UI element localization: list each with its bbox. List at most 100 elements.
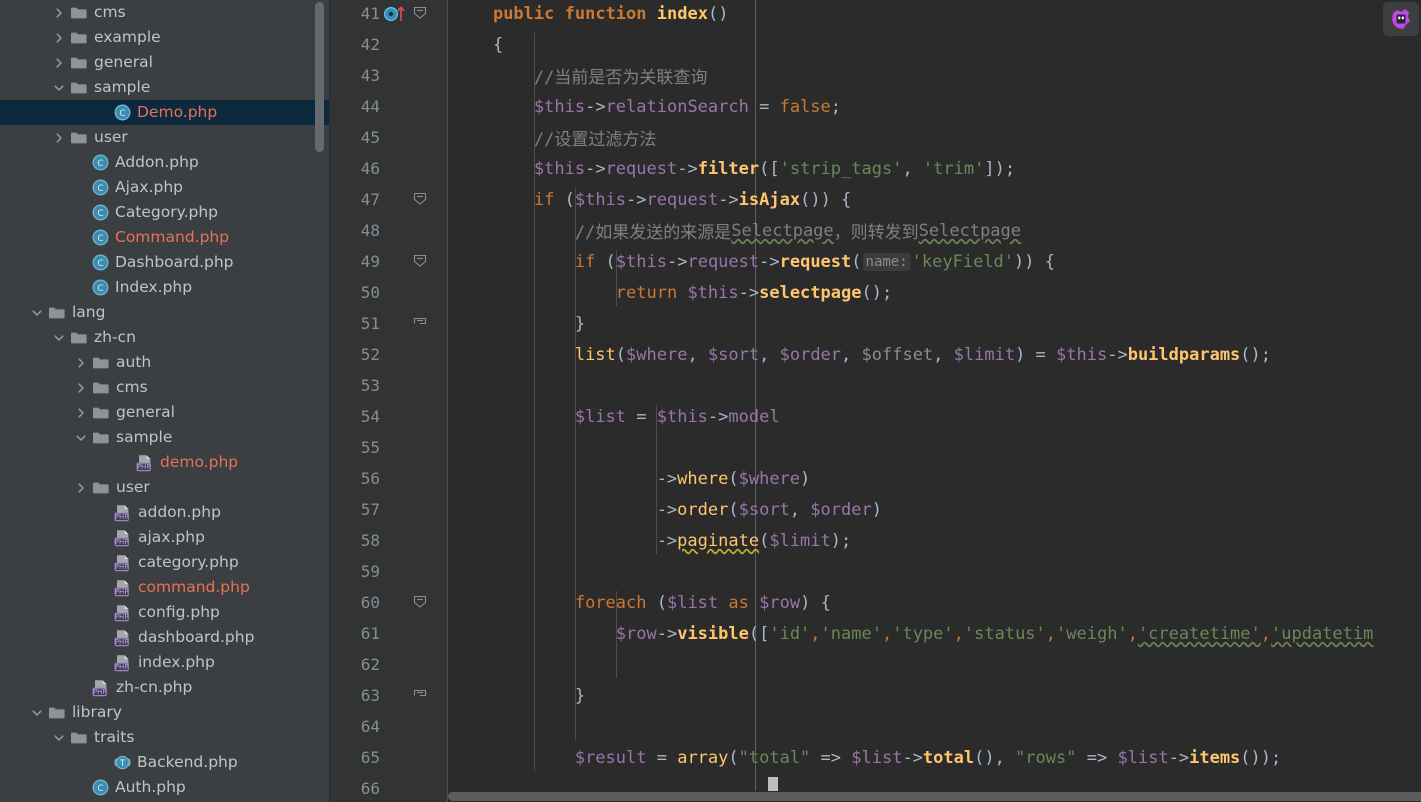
tree-item-user[interactable]: user: [0, 475, 330, 500]
code-line[interactable]: //设置过滤方法: [452, 122, 656, 153]
code-line[interactable]: $this -> request -> filter(['strip_tags', 't…: [452, 153, 1015, 184]
code-editor-area[interactable]: 41 42 43 44 45 46 47 48 49 50 51 52 53 54 55 56 57 58 59 60…: [330, 0, 1421, 802]
chevron-down-icon[interactable]: [52, 331, 66, 345]
chevron-right-icon[interactable]: [52, 6, 66, 20]
code-line[interactable]: $list = $this -> model: [452, 401, 780, 432]
line-number[interactable]: 64: [330, 717, 380, 736]
gutter-row[interactable]: 52: [330, 339, 448, 370]
line-number[interactable]: 43: [330, 66, 380, 85]
tree-item-library[interactable]: library: [0, 700, 330, 725]
gutter-row[interactable]: 66: [330, 773, 448, 802]
gutter-row[interactable]: 47: [330, 184, 448, 215]
code-line[interactable]: foreach ($list as $row) {: [452, 587, 831, 618]
code-line[interactable]: if ($this -> request -> request(name:'keyFie…: [452, 246, 1055, 277]
line-number[interactable]: 62: [330, 655, 380, 674]
line-number[interactable]: 52: [330, 345, 380, 364]
line-number[interactable]: 41: [330, 4, 380, 23]
editor-hscrollbar-thumb[interactable]: [448, 792, 1421, 801]
line-number[interactable]: 44: [330, 97, 380, 116]
project-tree-list[interactable]: cms example general sample C Demo.php user C Add…: [0, 0, 330, 800]
tree-item-backend-php[interactable]: T Backend.php: [0, 750, 330, 775]
code-content[interactable]: public function index() { //当前是否为关联查询 $t…: [448, 0, 1421, 802]
tree-item-cms[interactable]: cms: [0, 0, 330, 25]
tree-item-index-php[interactable]: C Index.php: [0, 275, 330, 300]
tree-item-ajax-php[interactable]: C Ajax.php: [0, 175, 330, 200]
line-number[interactable]: 58: [330, 531, 380, 550]
tree-item-cms[interactable]: cms: [0, 375, 330, 400]
line-number[interactable]: 51: [330, 314, 380, 333]
tree-item-category-php[interactable]: PHP category.php: [0, 550, 330, 575]
tree-item-config-php[interactable]: PHP config.php: [0, 600, 330, 625]
chevron-right-icon[interactable]: [52, 31, 66, 45]
gutter-row[interactable]: 62: [330, 649, 448, 680]
gutter-row[interactable]: 44: [330, 91, 448, 122]
tree-item-demo-php[interactable]: C Demo.php: [0, 100, 330, 125]
chevron-down-icon[interactable]: [52, 731, 66, 745]
line-number[interactable]: 48: [330, 221, 380, 240]
tree-item-zh-cn[interactable]: zh-cn: [0, 325, 330, 350]
line-number[interactable]: 65: [330, 748, 380, 767]
tree-item-lang[interactable]: lang: [0, 300, 330, 325]
line-number[interactable]: 56: [330, 469, 380, 488]
line-number[interactable]: 63: [330, 686, 380, 705]
tree-item-auth[interactable]: auth: [0, 350, 330, 375]
gutter-row[interactable]: 43: [330, 60, 448, 91]
tree-item-auth-php[interactable]: C Auth.php: [0, 775, 330, 800]
chevron-right-icon[interactable]: [74, 356, 88, 370]
code-line[interactable]: public function index(): [452, 0, 728, 29]
code-line[interactable]: $result = array("total" => $list -> total(…: [452, 742, 1281, 773]
tree-item-category-php[interactable]: C Category.php: [0, 200, 330, 225]
line-number[interactable]: 59: [330, 562, 380, 581]
line-number[interactable]: 47: [330, 190, 380, 209]
gutter-row[interactable]: 50: [330, 277, 448, 308]
code-line[interactable]: }: [452, 308, 585, 339]
chevron-down-icon[interactable]: [30, 306, 44, 320]
code-line[interactable]: }: [452, 680, 585, 711]
gutter-row[interactable]: 65: [330, 742, 448, 773]
chevron-down-icon[interactable]: [74, 431, 88, 445]
gutter-row[interactable]: 49: [330, 246, 448, 277]
tree-item-zh-cn-php[interactable]: PHP zh-cn.php: [0, 675, 330, 700]
tree-item-command-php[interactable]: PHP command.php: [0, 575, 330, 600]
gutter-row[interactable]: 46: [330, 153, 448, 184]
sidebar-scrollbar-thumb[interactable]: [315, 2, 324, 152]
sidebar-scrollbar-track[interactable]: [315, 0, 327, 802]
code-line[interactable]: {: [452, 29, 503, 60]
code-line[interactable]: -> paginate($limit);: [452, 525, 852, 556]
chevron-right-icon[interactable]: [52, 56, 66, 70]
tree-item-index-php[interactable]: PHP index.php: [0, 650, 330, 675]
tree-item-addon-php[interactable]: C Addon.php: [0, 150, 330, 175]
code-line[interactable]: -> where($where): [452, 463, 811, 494]
line-number[interactable]: 55: [330, 438, 380, 457]
gutter-row[interactable]: 41: [330, 0, 448, 29]
chevron-right-icon[interactable]: [74, 381, 88, 395]
tree-item-dashboard-php[interactable]: PHP dashboard.php: [0, 625, 330, 650]
line-number[interactable]: 46: [330, 159, 380, 178]
code-line[interactable]: $row -> visible(['id','name','type','statu…: [452, 618, 1374, 649]
editor-hscrollbar-track[interactable]: [448, 791, 1421, 802]
line-number[interactable]: 49: [330, 252, 380, 271]
gutter-row[interactable]: 54: [330, 401, 448, 432]
gutter-row[interactable]: 57: [330, 494, 448, 525]
gutter-row[interactable]: 58: [330, 525, 448, 556]
editor-gutter[interactable]: 41 42 43 44 45 46 47 48 49 50 51 52 53 54 55 56 57 58 59 60…: [330, 0, 448, 802]
line-number[interactable]: 61: [330, 624, 380, 643]
line-number[interactable]: 50: [330, 283, 380, 302]
chevron-right-icon[interactable]: [74, 406, 88, 420]
project-tree-panel[interactable]: cms example general sample C Demo.php user C Add…: [0, 0, 330, 802]
gutter-row[interactable]: 42: [330, 29, 448, 60]
line-number[interactable]: 53: [330, 376, 380, 395]
line-number[interactable]: 60: [330, 593, 380, 612]
tree-item-sample[interactable]: sample: [0, 425, 330, 450]
gutter-row[interactable]: 53: [330, 370, 448, 401]
code-line[interactable]: return $this -> selectpage ();: [452, 277, 892, 308]
tree-item-ajax-php[interactable]: PHP ajax.php: [0, 525, 330, 550]
gutter-row[interactable]: 45: [330, 122, 448, 153]
line-number[interactable]: 45: [330, 128, 380, 147]
gutter-row[interactable]: 56: [330, 463, 448, 494]
code-line[interactable]: //当前是否为关联查询: [452, 60, 707, 91]
tree-item-addon-php[interactable]: PHP addon.php: [0, 500, 330, 525]
tree-item-general[interactable]: general: [0, 400, 330, 425]
tree-item-demo-php[interactable]: PHP demo.php: [0, 450, 330, 475]
tree-item-dashboard-php[interactable]: C Dashboard.php: [0, 250, 330, 275]
